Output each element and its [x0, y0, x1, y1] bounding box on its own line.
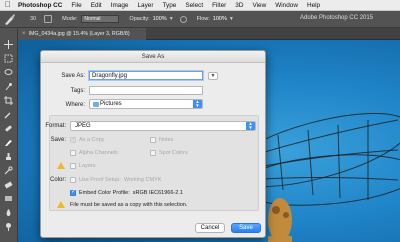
flow-label: Flow:	[196, 16, 210, 22]
quick-select-tool-icon[interactable]	[4, 82, 13, 91]
brush-icon[interactable]	[4, 138, 13, 147]
as-copy-label: As a Copy	[79, 137, 105, 143]
crop-tool-icon[interactable]	[4, 96, 13, 105]
healing-tool-icon[interactable]	[4, 124, 13, 133]
menu-help[interactable]: Help	[307, 2, 320, 9]
document-tab-title: IMG_0434a.jpg @ 15.4% (Layer 3, RGB/8)	[28, 31, 130, 37]
spot-colors-label: Spot Colors	[159, 150, 188, 156]
notes-checkbox[interactable]	[150, 137, 156, 143]
chevron-updown-icon: ▲ ▼	[246, 121, 255, 130]
warning-message: File must be saved as a copy with this s…	[70, 202, 188, 208]
warning-icon	[57, 162, 65, 169]
embed-profile-label: Embed Color Profile:	[79, 190, 130, 196]
brush-size-value[interactable]: 30	[30, 16, 36, 22]
embed-profile-value: sRGB IEC61966-2.1	[132, 190, 183, 196]
alpha-channels-option[interactable]: Alpha Channels	[70, 150, 118, 156]
notes-option[interactable]: Notes	[150, 137, 173, 143]
where-value: Pictures	[100, 101, 122, 107]
where-label: Where:	[65, 102, 85, 108]
opacity-label: Opacity:	[129, 16, 150, 22]
menu-select[interactable]: Select	[185, 2, 203, 9]
brush-tool-icon[interactable]	[2, 12, 16, 26]
history-brush-tool-icon[interactable]	[4, 166, 13, 175]
layers-checkbox[interactable]	[70, 163, 76, 169]
layers-option[interactable]: Layers	[70, 163, 96, 169]
where-select[interactable]: Pictures ▲ ▼	[89, 99, 203, 109]
menu-bar:  Photoshop CC File Edit Image Layer Typ…	[0, 0, 400, 11]
gradient-tool-icon[interactable]	[4, 194, 13, 203]
menu-filter[interactable]: Filter	[212, 2, 226, 9]
menu-window[interactable]: Window	[275, 2, 298, 9]
brush-panel-icon[interactable]	[44, 15, 53, 23]
format-options-panel: Format: JPEG ▲ ▼ Save: ✓ As a Copy Notes …	[45, 115, 259, 211]
menu-3d[interactable]: 3D	[235, 2, 243, 9]
app-title: Adobe Photoshop CC 2015	[300, 15, 374, 21]
cancel-button[interactable]: Cancel	[195, 223, 225, 233]
document-tab-strip: × IMG_0434a.jpg @ 15.4% (Layer 3, RGB/8)	[18, 28, 400, 40]
filename-field[interactable]: Dragonfly.jpg	[89, 71, 203, 80]
dodge-tool-icon[interactable]	[4, 222, 13, 231]
proof-setup-label: Use Proof Setup:	[79, 177, 121, 183]
eraser-tool-icon[interactable]	[4, 180, 13, 189]
save-options-label: Save:	[50, 137, 66, 143]
embed-profile-checkbox[interactable]: ✓	[70, 189, 76, 196]
pressure-opacity-icon[interactable]	[179, 15, 187, 23]
spot-colors-option[interactable]: Spot Colors	[150, 150, 188, 156]
marquee-tool-icon[interactable]	[4, 54, 13, 63]
flow-value[interactable]: 100%	[213, 16, 227, 22]
save-as-label: Save As:	[61, 73, 85, 79]
options-bar: 30 Mode: Normal Opacity: 100% ▼ Flow: 10…	[0, 11, 400, 28]
menu-edit[interactable]: Edit	[91, 2, 102, 9]
menu-photoshop[interactable]: Photoshop CC	[18, 2, 62, 9]
save-as-dialog: Save As Save As: Dragonfly.jpg ▼ Tags: W…	[40, 50, 266, 238]
proof-setup-value: Working CMYK	[123, 177, 162, 183]
tools-panel	[0, 28, 18, 242]
proof-setup-checkbox[interactable]	[70, 177, 76, 183]
notes-label: Notes	[159, 137, 174, 143]
format-select[interactable]: JPEG ▲ ▼	[70, 121, 256, 131]
proof-setup-option[interactable]: Use Proof Setup: Working CMYK	[70, 177, 161, 183]
lasso-tool-icon[interactable]	[4, 68, 13, 77]
layers-label: Layers	[79, 163, 96, 169]
flow-dropdown-icon[interactable]: ▼	[229, 16, 234, 22]
close-icon[interactable]: ×	[22, 31, 26, 37]
mode-label: Mode:	[62, 16, 78, 22]
opacity-value[interactable]: 100%	[153, 16, 167, 22]
save-button[interactable]: Save	[231, 223, 261, 233]
embed-profile-option[interactable]: ✓ Embed Color Profile: sRGB IEC61966-2.1	[70, 189, 183, 196]
mode-select[interactable]: Normal	[81, 15, 120, 23]
format-value: JPEG	[75, 123, 91, 129]
tags-label: Tags:	[70, 88, 85, 94]
opacity-dropdown-icon[interactable]: ▼	[169, 16, 174, 22]
menu-type[interactable]: Type	[162, 2, 176, 9]
spot-colors-checkbox[interactable]	[150, 150, 156, 156]
menu-view[interactable]: View	[252, 2, 266, 9]
as-copy-checkbox[interactable]: ✓	[70, 136, 76, 143]
alpha-channels-checkbox[interactable]	[70, 150, 76, 156]
eyedropper-tool-icon[interactable]	[4, 110, 13, 119]
alpha-channels-label: Alpha Channels	[79, 150, 118, 156]
folder-icon	[93, 102, 99, 107]
move-tool-icon[interactable]	[4, 40, 13, 49]
as-copy-option[interactable]: ✓ As a Copy	[70, 136, 105, 143]
menu-image[interactable]: Image	[111, 2, 129, 9]
tags-field[interactable]	[89, 86, 203, 95]
blur-tool-icon[interactable]	[4, 208, 13, 217]
chevron-updown-icon: ▲ ▼	[193, 99, 202, 108]
clone-stamp-tool-icon[interactable]	[4, 152, 13, 161]
warning-icon	[57, 201, 65, 208]
dialog-title: Save As	[41, 51, 265, 63]
menu-file[interactable]: File	[71, 2, 81, 9]
menu-layer[interactable]: Layer	[137, 2, 153, 9]
expand-dialog-button[interactable]: ▼	[208, 72, 218, 80]
color-label: Color:	[49, 177, 66, 183]
format-label: Format:	[45, 123, 66, 129]
document-tab[interactable]: × IMG_0434a.jpg @ 15.4% (Layer 3, RGB/8)	[18, 28, 146, 40]
apple-icon[interactable]: 	[5, 1, 12, 9]
